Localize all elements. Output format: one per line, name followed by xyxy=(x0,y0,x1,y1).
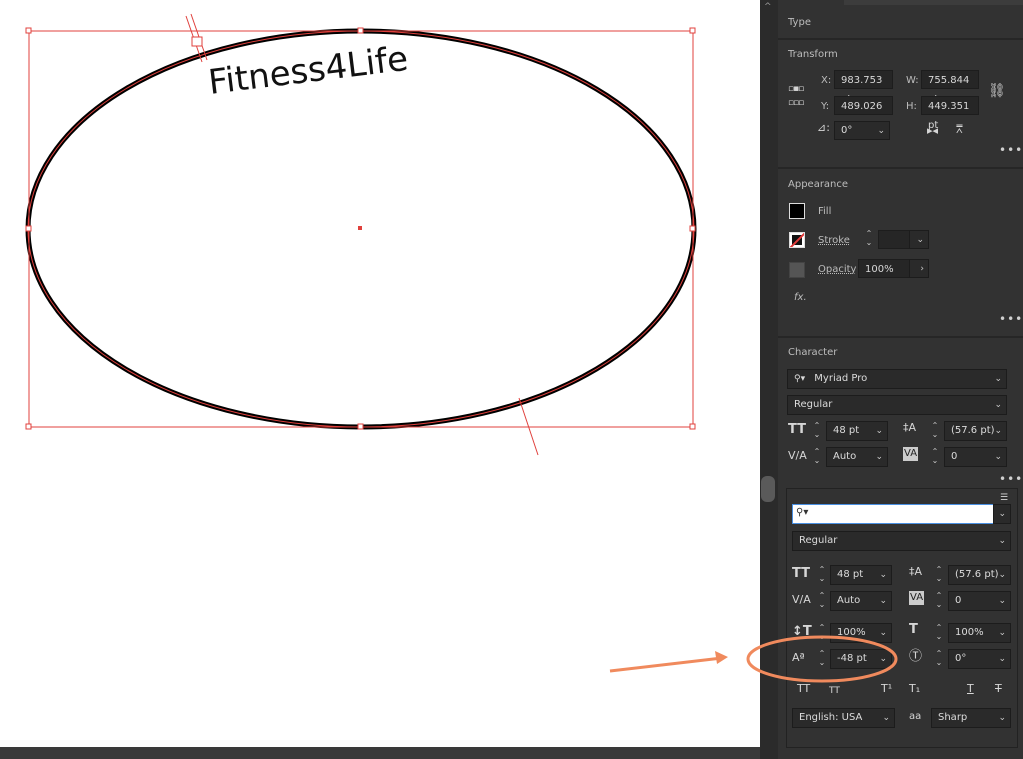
w-field[interactable]: 755.844 pt xyxy=(921,70,979,105)
h-field[interactable]: 449.351 pt xyxy=(921,96,979,131)
popup-leading-dropdown[interactable]: (57.6 pt) ⌄ xyxy=(948,565,1011,585)
opacity-label[interactable]: Opacity xyxy=(818,264,856,276)
leading-icon: ‡A xyxy=(903,421,917,434)
appearance-title: Appearance xyxy=(788,179,849,190)
font-family-dropdown[interactable]: ⚲▾ Myriad Pro ⌄ xyxy=(787,369,1007,389)
x-label: X: xyxy=(821,75,832,86)
popup-leading-icon: ‡A xyxy=(909,565,923,578)
artwork-text: Fitness4Life xyxy=(206,39,410,103)
constrain-proportions-icon[interactable]: ⛓ xyxy=(988,84,1006,98)
leading-stepper[interactable]: ⌃ ⌄ xyxy=(929,421,941,441)
stroke-weight-field[interactable] xyxy=(878,230,910,249)
font-size-stepper[interactable]: ⌃ ⌄ xyxy=(811,421,823,441)
scrollbar-thumb[interactable] xyxy=(761,476,775,502)
font-search-dropdown[interactable]: ⌄ xyxy=(993,504,1011,524)
popup-tracking-icon: VA xyxy=(909,591,925,605)
antialias-icon: aa xyxy=(909,711,922,722)
font-style-dropdown[interactable]: Regular ⌄ xyxy=(787,395,1007,415)
popup-font-size-icon: TT xyxy=(792,566,811,581)
transform-title: Transform xyxy=(788,49,838,60)
horizontal-scale-stepper[interactable]: ⌃ ⌄ xyxy=(933,623,945,643)
popup-kerning-stepper[interactable]: ⌃ ⌄ xyxy=(816,591,828,611)
kerning-dropdown[interactable]: Auto ⌄ xyxy=(826,447,888,467)
stroke-weight-dropdown[interactable]: ⌄ xyxy=(909,230,929,249)
collapse-icon[interactable]: ^ xyxy=(764,2,772,12)
opacity-icon xyxy=(789,262,805,278)
character-more-icon[interactable]: ••• xyxy=(999,472,1023,486)
language-dropdown[interactable]: English: USA ⌄ xyxy=(792,708,895,728)
tracking-icon: VA xyxy=(903,447,919,461)
antialias-dropdown[interactable]: Sharp ⌄ xyxy=(931,708,1011,728)
popup-tracking-dropdown[interactable]: 0 ⌄ xyxy=(948,591,1011,611)
popup-leading-stepper[interactable]: ⌃ ⌄ xyxy=(933,565,945,585)
kerning-stepper[interactable]: ⌃ ⌄ xyxy=(811,447,823,467)
kerning-icon: V/A xyxy=(788,449,807,462)
flip-vertical-icon[interactable]: ⩞ xyxy=(956,123,963,137)
character-options-popup: ☰ ⚲▾ ⌄ Regular ⌄ TT ⌃ ⌄ 48 pt ⌄ ‡A ⌃ ⌄ (57.6… xyxy=(786,488,1018,748)
path-type-start-handle xyxy=(191,36,203,47)
flip-horizontal-icon[interactable]: ▸◂ xyxy=(927,124,938,138)
stroke-label[interactable]: Stroke xyxy=(818,235,850,247)
leading-dropdown[interactable]: (57.6 pt) ⌄ xyxy=(944,421,1007,441)
tracking-stepper[interactable]: ⌃ ⌄ xyxy=(929,447,941,467)
highlight-circle xyxy=(746,635,898,683)
search-icon: ⚲▾ xyxy=(796,507,809,518)
opacity-expand-button[interactable]: › xyxy=(909,259,929,278)
stroke-stepper[interactable]: ⌃ ⌄ xyxy=(863,229,875,249)
tracking-dropdown[interactable]: 0 ⌄ xyxy=(944,447,1007,467)
popup-kerning-icon: V/A xyxy=(792,593,811,606)
popup-tracking-stepper[interactable]: ⌃ ⌄ xyxy=(933,591,945,611)
y-label: Y: xyxy=(821,101,830,112)
y-field[interactable]: 489.026 pt xyxy=(834,96,893,131)
list-menu-icon[interactable]: ☰ xyxy=(1000,491,1008,505)
artwork[interactable]: Fitness4Life xyxy=(0,0,760,747)
fx-icon[interactable]: fx. xyxy=(794,292,807,304)
status-bar xyxy=(0,747,760,759)
font-size-dropdown[interactable]: 48 pt ⌄ xyxy=(826,421,888,441)
angle-dropdown[interactable]: 0° ⌄ xyxy=(834,121,890,140)
appearance-more-icon[interactable]: ••• xyxy=(999,312,1023,326)
character-rotation-stepper[interactable]: ⌃ ⌄ xyxy=(933,649,945,669)
font-search-input[interactable]: ⚲▾ xyxy=(792,504,994,524)
character-rotation-dropdown[interactable]: 0° ⌄ xyxy=(948,649,1011,669)
stroke-swatch[interactable] xyxy=(789,232,805,248)
w-label: W: xyxy=(906,75,919,86)
popup-font-size-stepper[interactable]: ⌃ ⌄ xyxy=(816,565,828,585)
character-title: Character xyxy=(788,347,838,358)
reference-point-icon[interactable]: ▫▪▫ ▫▫▫ xyxy=(788,82,804,110)
horizontal-scale-dropdown[interactable]: 100% ⌄ xyxy=(948,623,1011,643)
search-icon: ⚲▾ xyxy=(794,374,806,384)
artboard-canvas[interactable]: Fitness4Life xyxy=(0,0,760,747)
center-point xyxy=(358,226,362,230)
strikethrough-icon[interactable]: T xyxy=(995,682,1002,696)
annotation-arrow xyxy=(609,656,723,673)
angle-icon: ⊿: xyxy=(817,121,830,134)
x-field[interactable]: 983.753 pt xyxy=(834,70,893,105)
popup-font-style-dropdown[interactable]: Regular ⌄ xyxy=(792,531,1011,551)
font-size-icon: TT xyxy=(788,422,807,437)
more-options-icon[interactable]: ••• xyxy=(999,143,1023,157)
popup-font-size-dropdown[interactable]: 48 pt ⌄ xyxy=(830,565,892,585)
h-label: H: xyxy=(906,101,917,112)
fill-label: Fill xyxy=(818,206,832,217)
popup-kerning-dropdown[interactable]: Auto ⌄ xyxy=(830,591,892,611)
fill-swatch[interactable] xyxy=(789,203,805,219)
underline-icon[interactable]: T xyxy=(967,682,974,696)
opacity-field[interactable]: 100% xyxy=(858,259,910,278)
type-tab[interactable]: Type xyxy=(788,17,811,28)
